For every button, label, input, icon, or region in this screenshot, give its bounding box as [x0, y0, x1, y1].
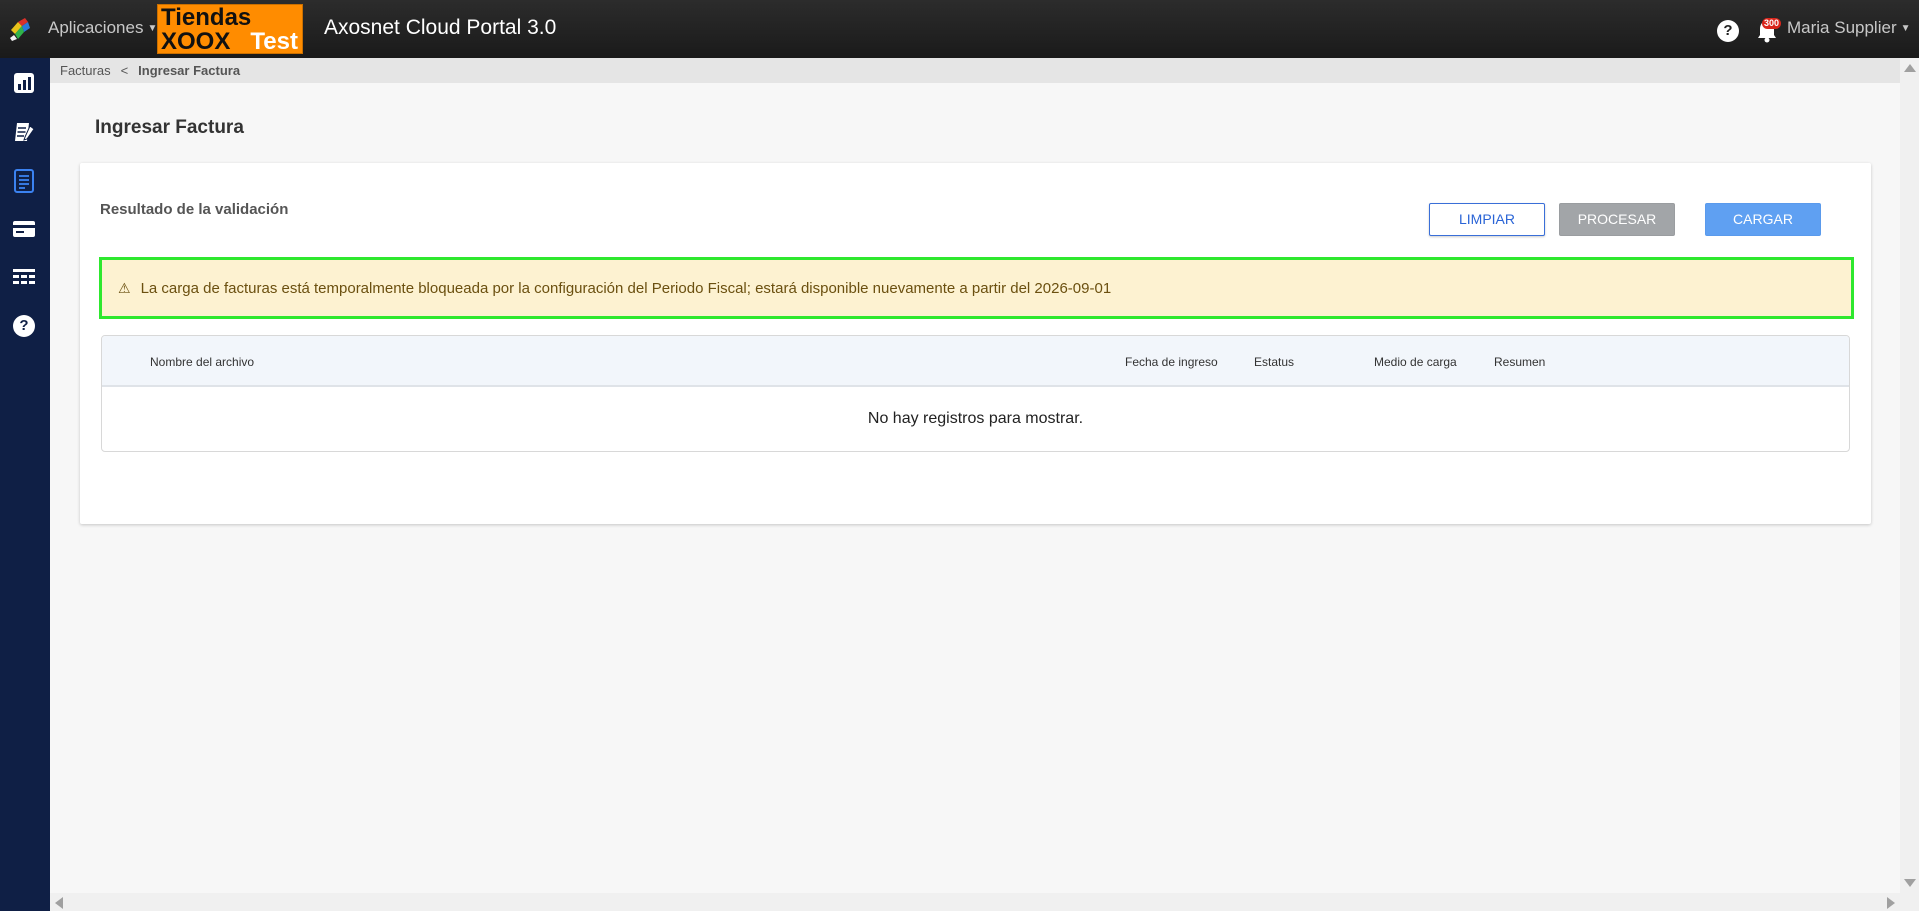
scroll-down-arrow-icon[interactable] — [1904, 879, 1916, 887]
sidebar-item-payments[interactable] — [11, 216, 37, 242]
fiscal-period-alert: ⚠ La carga de facturas está temporalment… — [99, 257, 1854, 319]
column-header-file-name[interactable]: Nombre del archivo — [150, 355, 254, 369]
applications-menu-label: Aplicaciones — [48, 18, 144, 37]
sidebar-item-reports[interactable] — [11, 264, 37, 290]
sidebar: ? — [0, 58, 50, 911]
bar-chart-icon — [14, 73, 34, 93]
column-header-entry-date[interactable]: Fecha de ingreso — [1125, 355, 1218, 369]
help-icon[interactable]: ? — [1717, 20, 1739, 42]
caret-down-icon: ▼ — [147, 22, 158, 34]
warning-icon: ⚠ — [118, 279, 131, 296]
breadcrumb-item-facturas[interactable]: Facturas — [60, 63, 111, 78]
app-logo-icon[interactable] — [8, 16, 34, 42]
results-table: Nombre del archivo Fecha de ingreso Esta… — [101, 335, 1850, 452]
top-navbar: Aplicaciones ▼ Tiendas XOOX Test Axosnet… — [0, 0, 1919, 58]
tenant-logo-line2: XOOX — [161, 28, 231, 55]
column-header-summary[interactable]: Resumen — [1494, 355, 1545, 369]
scroll-up-arrow-icon[interactable] — [1904, 64, 1916, 72]
breadcrumb-separator: < — [120, 63, 129, 78]
caret-down-icon: ▼ — [1900, 22, 1911, 34]
edit-document-icon — [15, 123, 35, 141]
clear-button[interactable]: LIMPIAR — [1429, 203, 1545, 236]
sidebar-item-dashboard[interactable] — [11, 70, 37, 96]
credit-card-icon — [13, 221, 35, 237]
table-icon — [13, 269, 35, 284]
process-button[interactable]: PROCESAR — [1559, 203, 1675, 236]
tenant-logo-line3: Test — [250, 28, 298, 55]
vertical-scrollbar[interactable] — [1900, 58, 1919, 893]
column-header-upload-method[interactable]: Medio de carga — [1374, 355, 1457, 369]
breadcrumb: Facturas < Ingresar Factura — [50, 58, 1900, 83]
page-title: Ingresar Factura — [95, 117, 244, 138]
horizontal-scrollbar[interactable] — [50, 893, 1919, 911]
sidebar-item-invoices[interactable] — [11, 168, 37, 194]
validation-card: Resultado de la validación LIMPIAR PROCE… — [80, 163, 1871, 524]
notification-count-badge: 300 — [1762, 18, 1782, 29]
load-button[interactable]: CARGAR — [1705, 203, 1821, 236]
table-header: Nombre del archivo Fecha de ingreso Esta… — [102, 336, 1849, 387]
document-list-icon — [14, 169, 34, 193]
scroll-right-arrow-icon[interactable] — [1887, 897, 1895, 909]
tenant-logo: Tiendas XOOX Test — [157, 4, 303, 54]
applications-menu[interactable]: Aplicaciones ▼ — [48, 18, 157, 38]
sidebar-item-help[interactable]: ? — [11, 313, 37, 339]
sidebar-item-orders[interactable] — [11, 119, 37, 145]
scroll-left-arrow-icon[interactable] — [55, 897, 63, 909]
column-header-status[interactable]: Estatus — [1254, 355, 1294, 369]
help-icon: ? — [13, 315, 35, 337]
tenant-logo-line1: Tiendas — [161, 4, 252, 31]
breadcrumb-current: Ingresar Factura — [138, 63, 241, 78]
section-title: Resultado de la validación — [100, 201, 289, 218]
alert-message: La carga de facturas está temporalmente … — [140, 279, 1112, 297]
user-name: Maria Supplier — [1787, 18, 1897, 37]
portal-title: Axosnet Cloud Portal 3.0 — [324, 16, 557, 39]
empty-table-message: No hay registros para mostrar. — [867, 410, 1084, 427]
user-menu[interactable]: Maria Supplier ▼ — [1787, 18, 1911, 38]
